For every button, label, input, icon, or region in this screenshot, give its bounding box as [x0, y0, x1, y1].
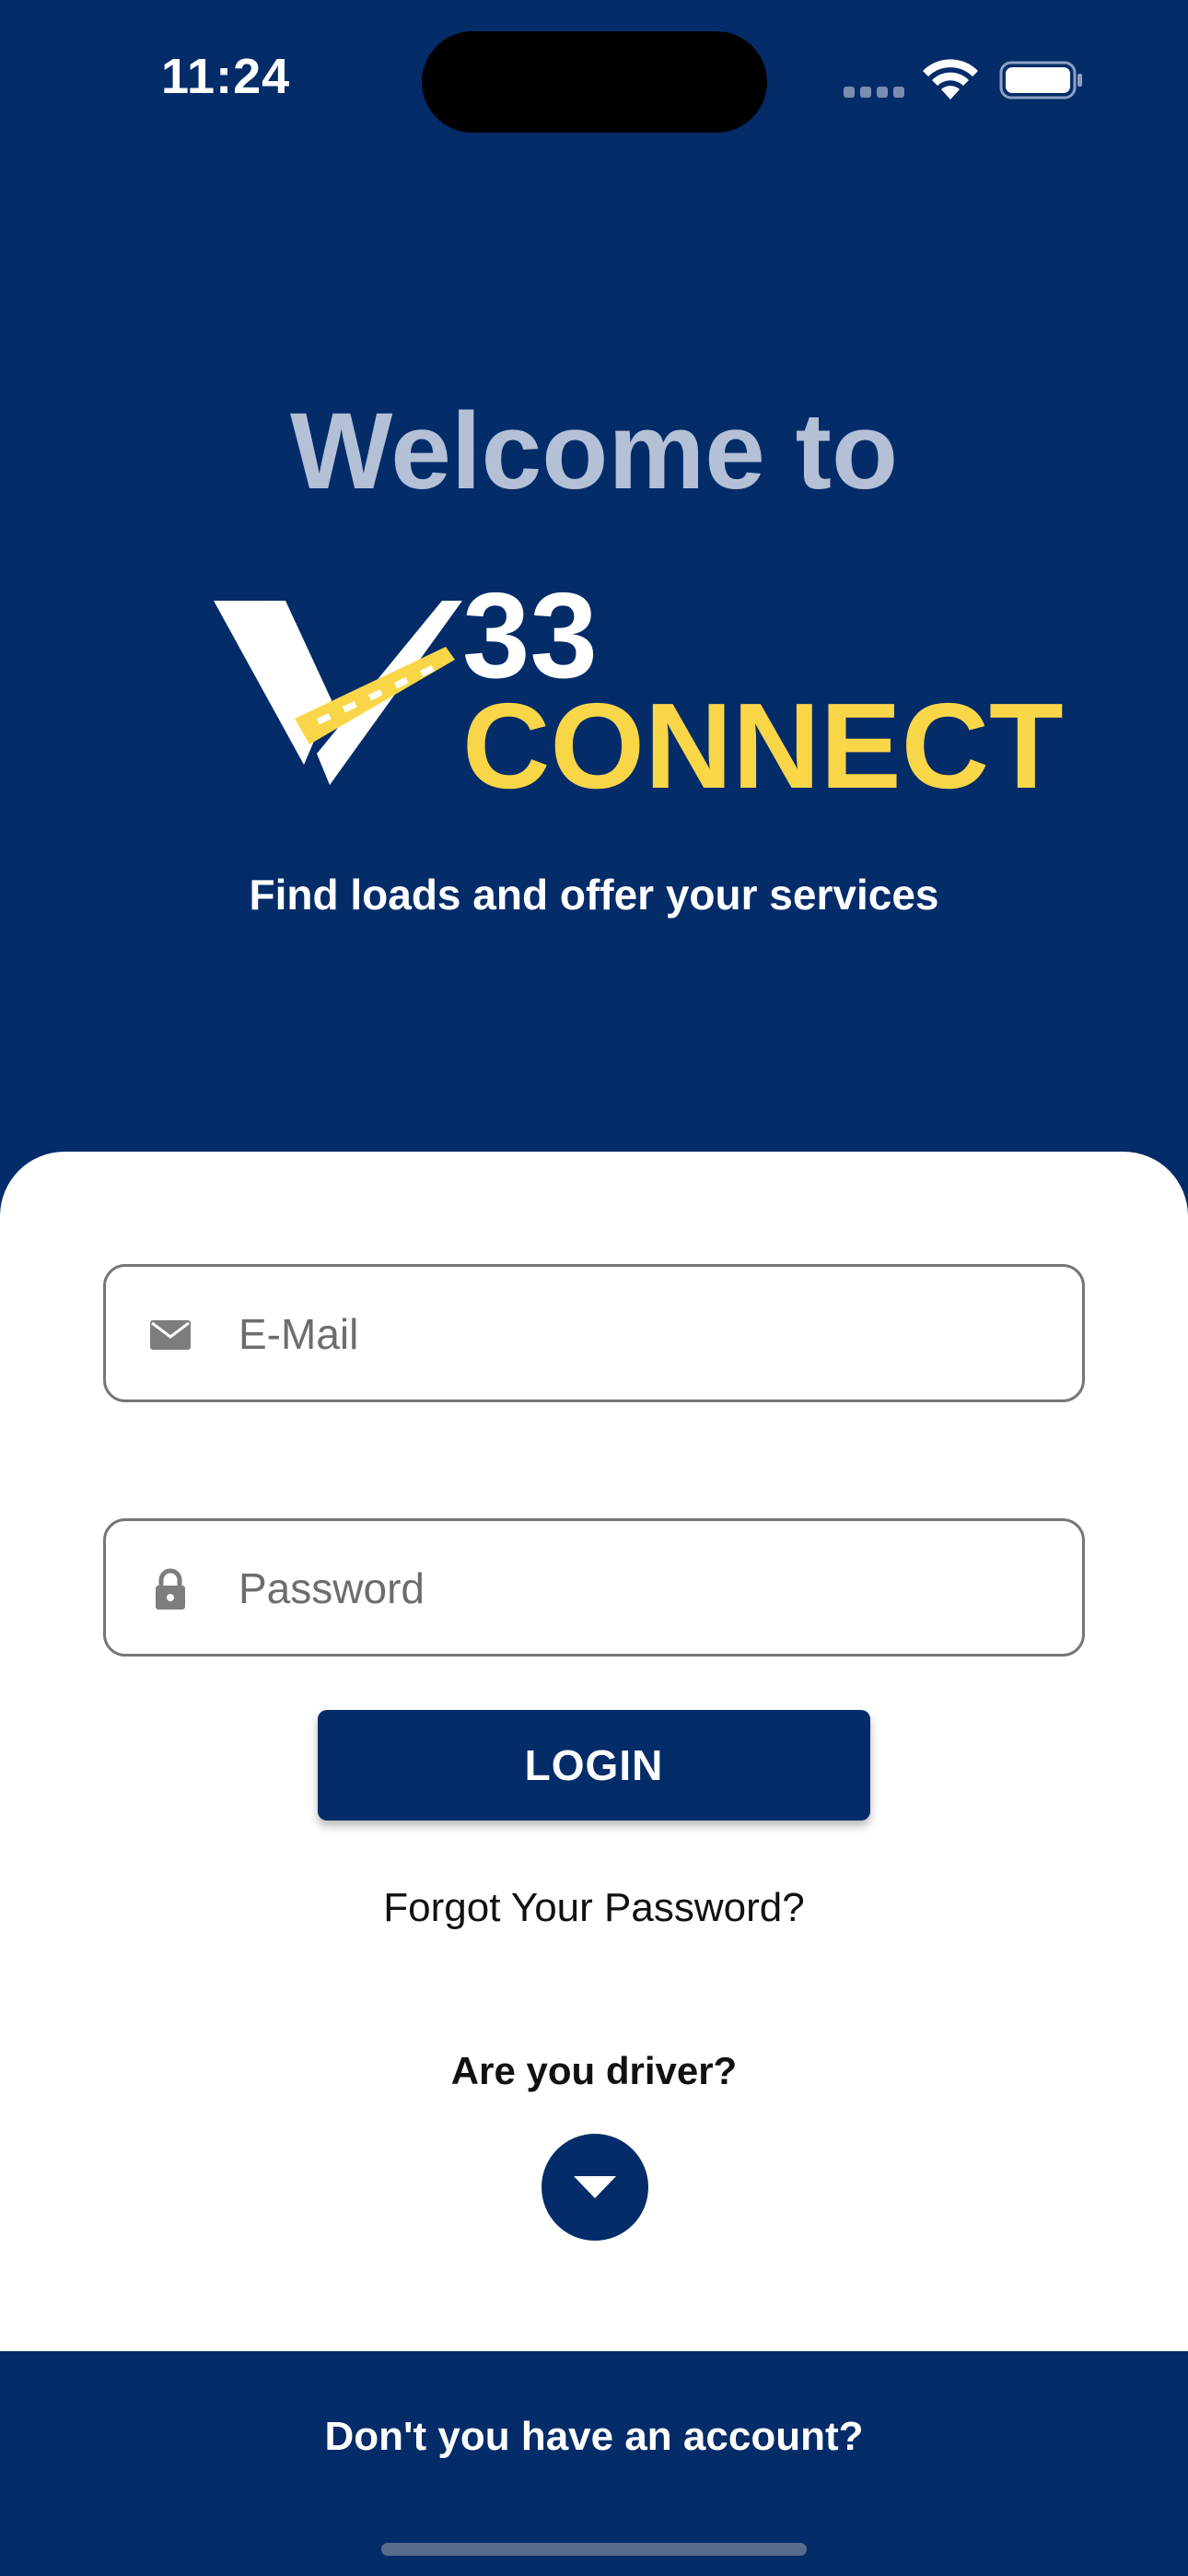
driver-question: Are you driver?: [450, 2049, 738, 2092]
driver-toggle-button[interactable]: [542, 2134, 648, 2241]
logo-wordmark: CONNECT: [462, 678, 1064, 814]
logo-v-mark-icon: [214, 601, 462, 785]
lock-icon: [156, 1568, 185, 1610]
home-indicator: [381, 2543, 807, 2556]
forgot-password-link[interactable]: Forgot Your Password?: [0, 1885, 1188, 1931]
dynamic-island: [422, 31, 767, 133]
signup-banner[interactable]: Don't you have an account?: [0, 2351, 1188, 2576]
password-input[interactable]: [237, 1549, 1051, 1628]
email-field[interactable]: [103, 1264, 1085, 1402]
caret-down-icon: [574, 2176, 616, 2198]
password-field[interactable]: [103, 1518, 1085, 1657]
status-bar: 11:24: [0, 0, 1188, 157]
wifi-icon: [923, 59, 978, 100]
tagline: Find loads and offer your services: [249, 871, 939, 919]
login-button[interactable]: LOGIN: [318, 1710, 870, 1821]
cellular-signal-icon: [844, 87, 904, 98]
mail-icon: [150, 1320, 191, 1350]
email-input[interactable]: [237, 1294, 1051, 1374]
welcome-heading: Welcome to: [289, 391, 899, 512]
signup-prompt[interactable]: Don't you have an account?: [0, 2414, 1188, 2460]
v33-connect-logo: 33 CONNECT: [214, 571, 1064, 811]
battery-icon: [999, 61, 1082, 100]
status-time: 11:24: [161, 49, 291, 104]
